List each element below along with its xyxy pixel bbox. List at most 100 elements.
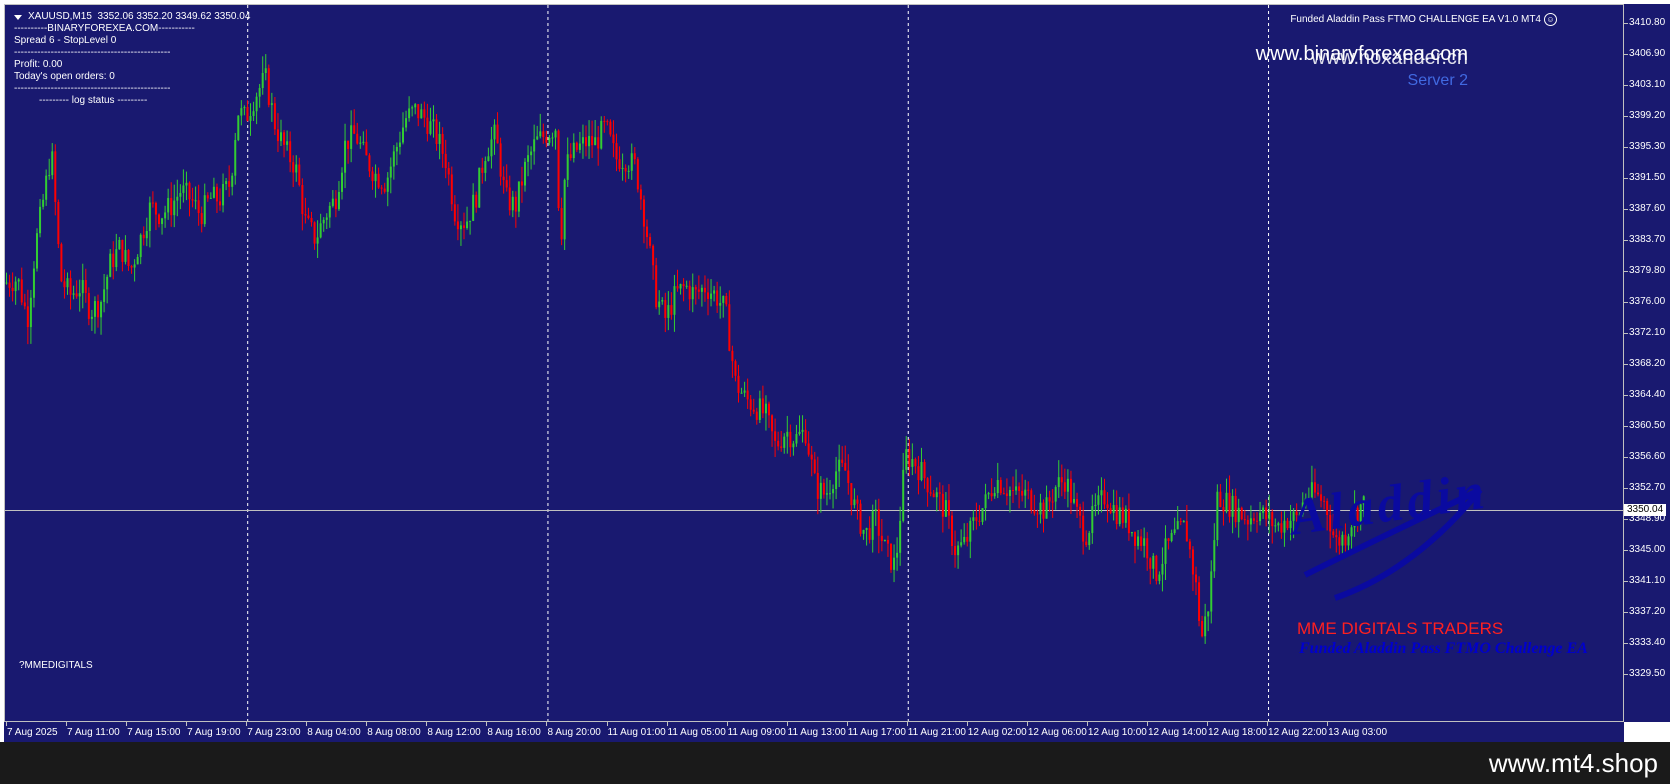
candle <box>774 418 777 458</box>
candle <box>313 221 316 250</box>
time-tick-mark <box>186 722 188 726</box>
candle <box>639 184 642 210</box>
candle <box>63 269 66 299</box>
info-line: Today's open orders: 0 <box>14 71 115 82</box>
price-tick-label: 3379.80 <box>1629 265 1666 277</box>
time-tick-label: 7 Aug 2025 <box>7 727 58 738</box>
candle <box>344 123 347 189</box>
candle <box>438 121 441 160</box>
candle <box>719 286 722 319</box>
candle <box>777 431 780 451</box>
candle <box>1161 547 1164 592</box>
time-tick-label: 12 Aug 18:00 <box>1208 727 1267 738</box>
candle <box>975 502 978 530</box>
candle <box>337 181 340 211</box>
candle <box>1225 478 1228 514</box>
footer-bar: www.mt4.shop <box>0 742 1670 784</box>
candle <box>173 184 176 228</box>
candle <box>267 64 270 108</box>
candle <box>167 188 170 220</box>
candle <box>1012 476 1014 503</box>
chart-window[interactable]: XAUUSD,M15 3352.06 3352.20 3349.62 3350.… <box>0 0 1670 742</box>
price-tick-mark <box>1624 177 1628 179</box>
candle <box>923 459 926 489</box>
time-tick-label: 8 Aug 20:00 <box>547 727 601 738</box>
candle <box>792 440 795 456</box>
candle <box>42 193 45 210</box>
candle <box>1069 470 1072 515</box>
candle <box>752 398 755 415</box>
candle <box>859 499 862 537</box>
price-tick-label: 3399.20 <box>1629 109 1666 121</box>
chart-plot-area[interactable]: XAUUSD,M15 3352.06 3352.20 3349.62 3350.… <box>4 4 1624 722</box>
candle <box>807 431 810 457</box>
candle <box>914 457 917 474</box>
candle <box>798 415 801 436</box>
time-axis[interactable]: 7 Aug 2025 7 Aug 11:00 7 Aug 15:00 7 Aug 19… <box>4 722 1624 742</box>
time-tick-mark <box>666 722 668 726</box>
time-tick-label: 12 Aug 10:00 <box>1087 727 1147 738</box>
candle <box>883 539 886 542</box>
candle <box>703 275 706 302</box>
candle <box>530 146 533 170</box>
candle <box>389 157 392 194</box>
info-line: Spread 6 - StopLevel 0 <box>14 35 117 46</box>
time-tick-mark <box>786 722 788 726</box>
candle <box>557 129 560 211</box>
price-tick-mark <box>1624 54 1628 56</box>
candle <box>905 436 908 474</box>
time-tick-label: 12 Aug 14:00 <box>1147 727 1207 738</box>
candle <box>225 177 228 191</box>
candle <box>249 103 252 136</box>
info-line: ----------BINARYFOREXEA.COM----------- <box>14 23 195 34</box>
candle <box>1015 469 1018 495</box>
candle <box>844 445 847 471</box>
price-axis[interactable]: 3410.80 3406.90 3403.10 3399.20 3395.30 3391.… <box>1624 4 1670 722</box>
candle <box>276 113 279 153</box>
candle <box>1228 475 1231 523</box>
candle <box>764 395 767 431</box>
candle <box>151 191 154 208</box>
candle <box>310 211 313 227</box>
candle <box>57 199 60 249</box>
candle <box>1167 537 1170 550</box>
candle <box>1191 546 1194 591</box>
candle <box>87 287 90 326</box>
candle <box>999 477 1002 496</box>
candle <box>737 364 740 403</box>
candle <box>877 498 880 554</box>
price-tick-mark <box>1624 642 1628 644</box>
collapse-triangle-icon[interactable] <box>14 14 22 20</box>
candle <box>121 239 124 272</box>
candle <box>993 487 996 499</box>
candle <box>39 198 42 238</box>
candle <box>722 295 725 318</box>
candle <box>642 195 645 244</box>
candle <box>185 171 188 201</box>
candle <box>563 178 566 250</box>
candle <box>487 147 490 162</box>
candle <box>493 119 496 155</box>
candle <box>813 451 816 475</box>
candle <box>1137 529 1140 550</box>
candle <box>615 133 618 172</box>
candle <box>618 146 621 172</box>
candle <box>771 414 774 447</box>
candle <box>954 530 957 568</box>
candle <box>325 213 328 230</box>
ea-title[interactable]: Funded Aladdin Pass FTMO CHALLENGE EA V1… <box>1290 13 1557 26</box>
candle <box>1201 615 1204 638</box>
candle <box>636 157 639 193</box>
candle <box>1259 501 1262 526</box>
candle <box>292 155 295 188</box>
candle <box>194 186 197 210</box>
candle <box>969 517 972 559</box>
candle <box>133 259 136 282</box>
candle <box>1091 494 1094 544</box>
candle <box>1158 571 1161 585</box>
time-tick-label: 8 Aug 08:00 <box>367 727 421 738</box>
candle <box>496 112 499 144</box>
candle <box>902 452 905 523</box>
candle <box>1188 538 1191 559</box>
candle <box>1173 517 1176 535</box>
